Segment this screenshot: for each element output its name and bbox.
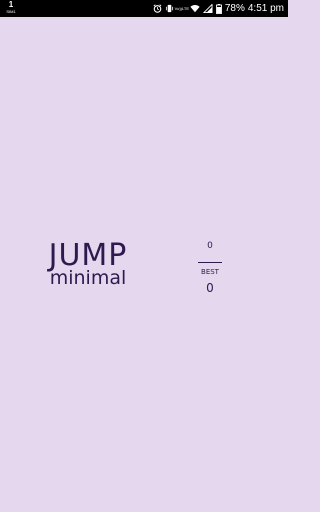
wifi-icon [190, 0, 200, 17]
clock: 4:51 pm [247, 3, 284, 14]
signal-icon [202, 0, 213, 17]
vibrate-icon [165, 0, 174, 17]
volte-top-label: Vo)) [174, 6, 182, 11]
game-logo: JUMP minimal [40, 240, 136, 289]
battery-percent: 78% [224, 3, 245, 14]
battery-icon [215, 0, 222, 17]
score-divider [198, 262, 222, 263]
status-icons: Vo)) LTE 78% 4:51 pm [153, 0, 284, 17]
alarm-clock-icon [153, 0, 162, 17]
score-panel: 0 BEST 0 [194, 240, 226, 295]
sim-indicator: 1 SIM1 [4, 1, 18, 16]
sim-slot-number: 1 [8, 0, 14, 9]
current-score: 0 [207, 241, 213, 251]
best-score-label: BEST [201, 268, 219, 276]
game-area[interactable]: JUMP minimal 0 BEST 0 [0, 17, 288, 512]
game-subtitle: minimal [49, 267, 127, 289]
best-score-value: 0 [206, 281, 214, 295]
status-bar: 1 SIM1 Vo)) LTE 78% 4:51 pm [0, 0, 288, 17]
sim-slot-label: SIM1 [6, 9, 16, 14]
volte-indicator: Vo)) LTE [174, 0, 190, 17]
volte-bottom-label: LTE [182, 6, 190, 11]
